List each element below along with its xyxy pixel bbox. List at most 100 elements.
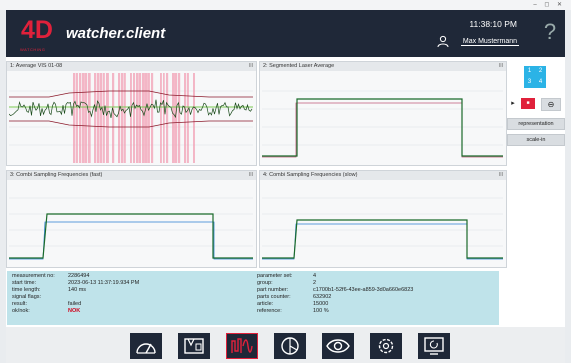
fault-band — [160, 73, 162, 163]
shield-button[interactable] — [274, 333, 306, 359]
info-label: result: — [12, 301, 27, 307]
fault-region-bands — [73, 73, 195, 163]
info-row: article: 15000 — [257, 301, 497, 308]
window-controls[interactable]: – ◻ ✕ — [533, 0, 565, 10]
info-label: ok/nok: — [12, 308, 30, 314]
signal-icon — [231, 338, 253, 353]
info-label: reference: — [257, 308, 282, 314]
chart-combi-fast — [9, 197, 253, 260]
panel-menu-icon[interactable]: III — [499, 171, 503, 180]
fault-band — [151, 73, 154, 163]
fault-band — [118, 73, 121, 163]
fault-band — [166, 73, 169, 163]
info-row: time length: 140 ms — [12, 287, 252, 294]
ok-nok-value: NOK — [68, 308, 81, 314]
signal-button[interactable] — [226, 333, 258, 359]
info-row: result: failed — [12, 301, 252, 308]
info-row: part number: c1700b1-52f6-43ee-a859-3d0a… — [257, 287, 497, 294]
monitor-button[interactable] — [418, 333, 450, 359]
settings-button[interactable] — [370, 333, 402, 359]
user-icon[interactable] — [437, 35, 449, 47]
panel-title: 1: Average VIS 01-08 — [7, 62, 256, 71]
layout-cell-4[interactable]: 4 — [535, 77, 546, 88]
info-value: 2023-06-13 11:37:19.934 PM — [68, 280, 140, 286]
representation-button[interactable]: representation — [507, 118, 565, 130]
fault-band — [100, 73, 103, 163]
panel-combi-slow: 4: Combi Sampling Frequencies (slow) III — [259, 170, 507, 268]
fault-band — [79, 73, 82, 163]
fault-band — [112, 73, 115, 163]
info-label: measurement no: — [12, 273, 55, 279]
fault-band — [187, 73, 189, 163]
fault-band — [184, 73, 187, 163]
info-row: start time: 2023-06-13 11:37:19.934 PM — [12, 280, 252, 287]
panel-title: 2: Segmented Laser Average — [260, 62, 506, 71]
info-value: 15000 — [313, 301, 329, 307]
fault-band — [85, 73, 88, 163]
fault-band — [106, 73, 109, 163]
fault-band — [178, 73, 181, 163]
info-value: 4 — [313, 273, 317, 279]
side-controls: 1 2 3 4 ▸ ■ ⊖ representation scale-in — [505, 62, 565, 162]
info-label: time length: — [12, 287, 41, 293]
fault-band — [121, 73, 124, 163]
chart-segmented-laser — [262, 90, 503, 158]
panel-combi-fast: 3: Combi Sampling Frequencies (fast) III — [6, 170, 257, 268]
layout-grid-selector[interactable]: 1 2 3 4 — [524, 66, 546, 88]
shield-icon — [281, 337, 299, 355]
info-value: c1700b1-52f6-43ee-a859-3d0a660e6823 — [313, 287, 414, 293]
info-row: reference: 100 % — [257, 308, 497, 315]
layout-cell-2[interactable]: 2 — [535, 66, 546, 77]
fault-band — [133, 73, 136, 163]
logo-text: 4D — [21, 16, 53, 44]
info-value: 2 — [313, 280, 317, 286]
fault-band — [94, 73, 97, 163]
panel-menu-icon[interactable]: III — [249, 171, 253, 180]
info-row: signal flags: — [12, 294, 252, 301]
play-button[interactable]: ▸ — [507, 98, 519, 109]
book-icon — [184, 338, 204, 354]
panel-title: 4: Combi Sampling Frequencies (slow) — [260, 171, 506, 180]
info-value: 100 % — [313, 308, 329, 314]
panel-menu-icon[interactable]: III — [499, 62, 503, 71]
book-button[interactable] — [178, 333, 210, 359]
lower-envelope-line — [262, 102, 503, 158]
logo-subtext: WATCHING — [20, 47, 46, 52]
signal-trace — [262, 219, 503, 259]
info-label: article: — [257, 301, 274, 307]
info-value: 632902 — [313, 294, 332, 300]
chart-average-vis — [9, 73, 253, 163]
signal-trace — [262, 98, 503, 157]
app-header: 4D WATCHING watcher.client 11:38:10 PM M… — [6, 10, 565, 57]
fault-band — [73, 73, 76, 163]
info-value: failed — [68, 301, 82, 307]
info-row: group: 2 — [257, 280, 497, 287]
fault-band — [145, 73, 148, 163]
eye-button[interactable] — [322, 333, 354, 359]
info-label: parameter set: — [257, 273, 293, 279]
measurement-info: measurement no: 2286494 start time: 2023… — [7, 271, 499, 325]
gauge-button[interactable] — [130, 333, 162, 359]
fault-band — [88, 73, 91, 163]
fault-band — [130, 73, 132, 163]
fault-band — [193, 73, 195, 163]
app-title: watcher.client — [66, 25, 166, 42]
zoom-out-button[interactable]: ⊖ — [541, 98, 561, 111]
layout-cell-1[interactable]: 1 — [524, 66, 535, 77]
fault-band — [76, 73, 78, 163]
info-label: parts counter: — [257, 294, 291, 300]
help-icon[interactable]: ? — [543, 19, 557, 47]
scale-in-button[interactable]: scale-in — [507, 134, 565, 146]
fault-band — [142, 73, 145, 163]
clock: 11:38:10 PM — [469, 19, 517, 29]
info-value: 140 ms — [68, 287, 87, 293]
panel-title: 3: Combi Sampling Frequencies (fast) — [7, 171, 256, 180]
fault-band — [163, 73, 165, 163]
stop-button[interactable]: ■ — [521, 98, 535, 109]
panel-menu-icon[interactable]: III — [249, 62, 253, 71]
fault-band — [103, 73, 105, 163]
layout-cell-3[interactable]: 3 — [524, 77, 535, 88]
gauge-icon — [136, 343, 156, 354]
info-row: parameter set: 4 — [257, 273, 497, 280]
user-name[interactable]: Max Mustermann — [460, 38, 519, 46]
